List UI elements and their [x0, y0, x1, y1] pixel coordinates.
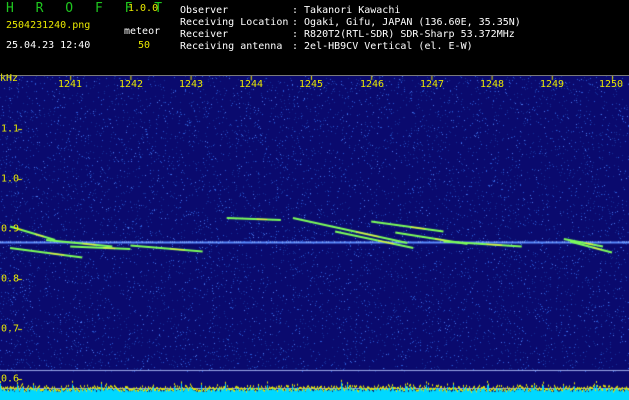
observer-value: : Takanori Kawachi — [292, 5, 401, 16]
receiver-value: : R820T2(RTL-SDR) SDR-Sharp 53.372MHz — [292, 29, 515, 40]
x-tick-label: 1241 — [57, 79, 83, 90]
image-filename: 2504231240.png — [6, 20, 91, 31]
x-tick-label: 1247 — [419, 79, 445, 90]
header-panel: H R O F F T 1.0.0 2504231240.png 25.04.2… — [0, 0, 629, 76]
capture-timestamp: 25.04.23 12:40 — [6, 40, 91, 51]
x-tick-label: 1249 — [539, 79, 565, 90]
x-tick-label: 1242 — [118, 79, 144, 90]
observer-label: Observer — [180, 5, 229, 16]
location-value: : Ogaki, Gifu, JAPAN (136.60E, 35.35N) — [292, 17, 521, 28]
x-tick-label: 1244 — [238, 79, 264, 90]
x-tick-label: 1248 — [479, 79, 505, 90]
y-axis-unit: kHz — [0, 73, 19, 84]
location-label: Receiving Location — [180, 17, 289, 28]
y-tick-label: 0.7 — [1, 323, 20, 335]
antenna-value: : 2el-HB9CV Vertical (el. E-W) — [292, 41, 473, 52]
x-tick-label: 1246 — [359, 79, 385, 90]
spectrogram-canvas — [0, 76, 629, 400]
x-tick-label: 1243 — [178, 79, 204, 90]
y-tick-label: 1.0 — [1, 173, 20, 185]
x-tick-label: 1250 — [598, 79, 624, 90]
y-tick-label: 1.1 — [1, 123, 20, 135]
app-version: 1.0.0 — [128, 3, 159, 14]
receiver-label: Receiver — [180, 29, 229, 40]
y-tick-label: 0.6 — [1, 373, 20, 385]
meteor-count-value: 50 — [138, 40, 151, 51]
y-tick-label: 0.9 — [1, 223, 20, 235]
antenna-label: Receiving antenna — [180, 41, 283, 52]
meteor-count-label: meteor — [124, 26, 161, 37]
y-tick-label: 0.8 — [1, 273, 20, 285]
x-tick-label: 1245 — [298, 79, 324, 90]
